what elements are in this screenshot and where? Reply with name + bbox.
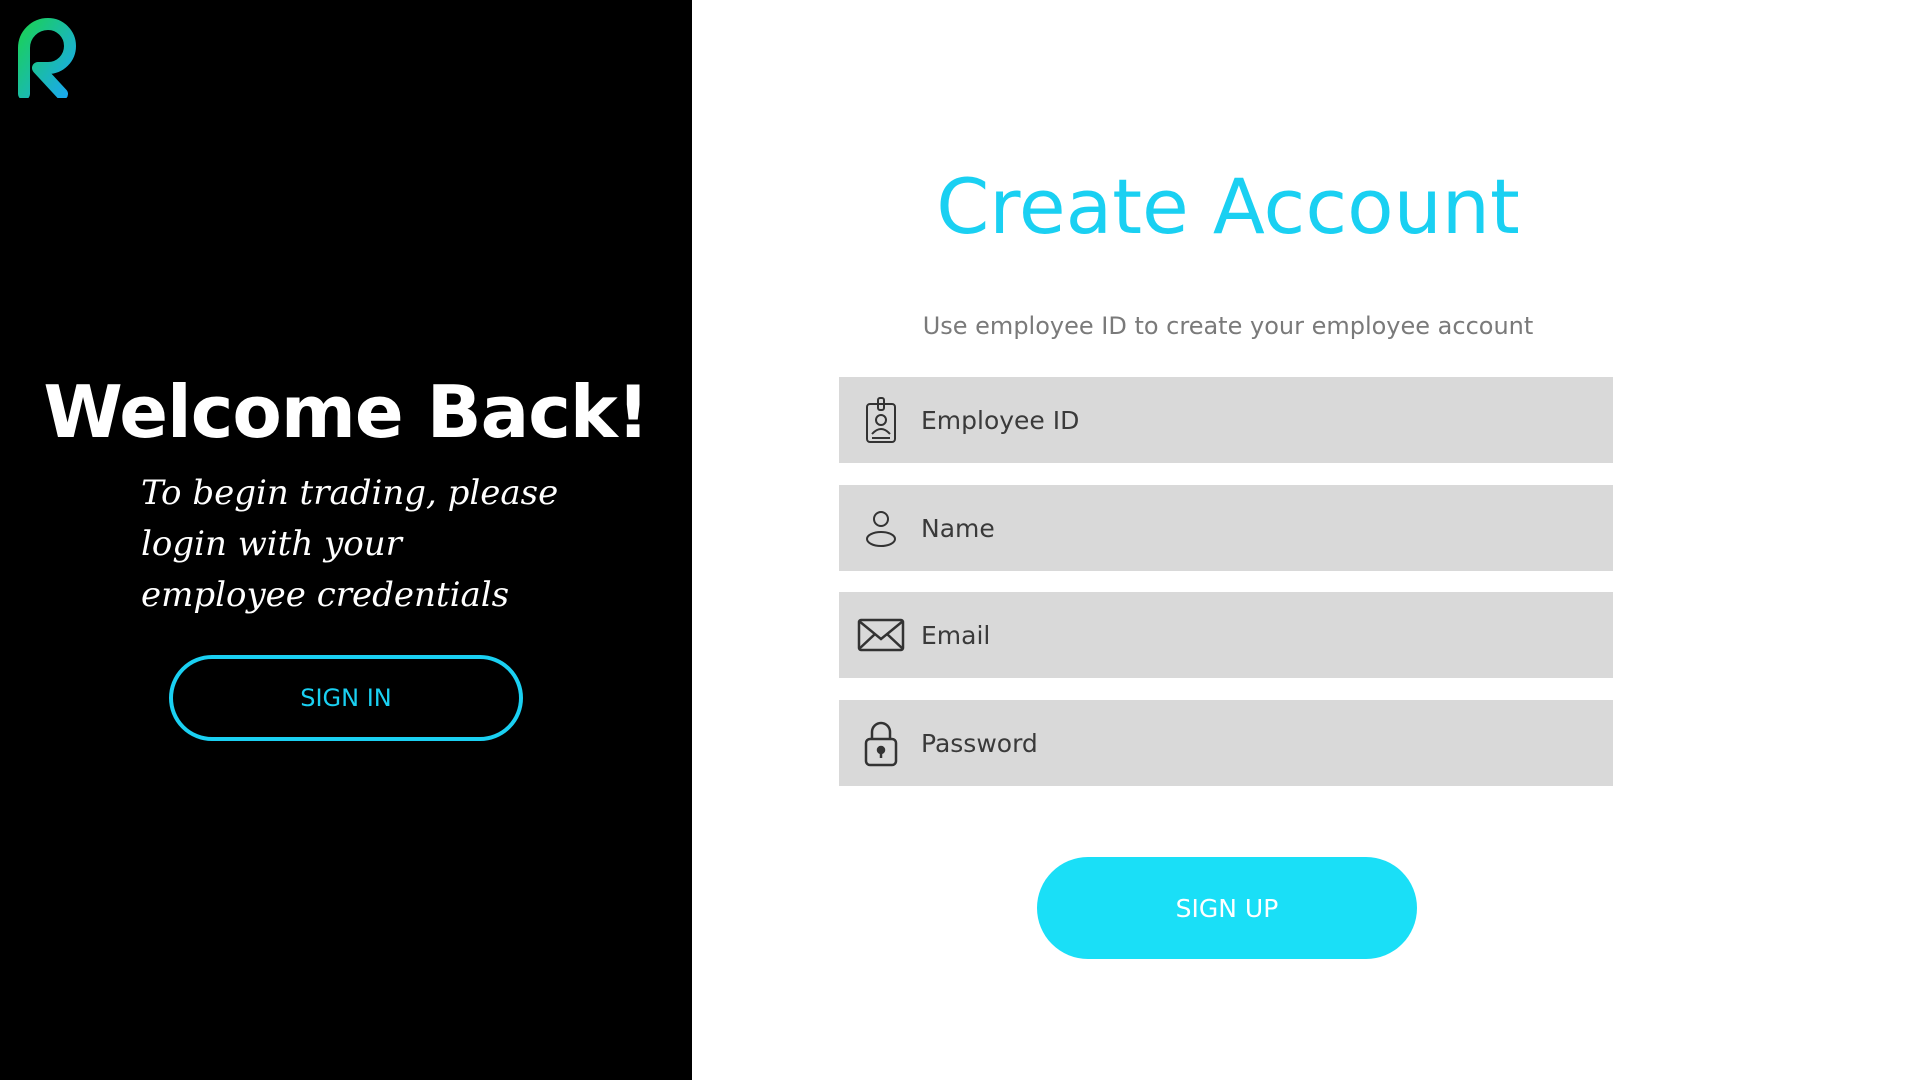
employee-id-field[interactable] xyxy=(839,377,1613,463)
email-field[interactable] xyxy=(839,592,1613,678)
welcome-panel: Welcome Back! To begin trading, please l… xyxy=(0,0,692,1080)
sign-in-button[interactable]: SIGN IN xyxy=(169,655,523,741)
employee-id-input[interactable] xyxy=(921,377,1613,463)
welcome-title: Welcome Back! xyxy=(43,370,649,454)
envelope-icon xyxy=(855,609,907,661)
sign-up-button[interactable]: SIGN UP xyxy=(1037,857,1417,959)
r-logo-icon xyxy=(18,18,76,98)
password-field[interactable] xyxy=(839,700,1613,786)
page-title: Create Account xyxy=(936,162,1520,251)
welcome-subtitle: To begin trading, please login with your… xyxy=(141,473,559,615)
password-input[interactable] xyxy=(921,700,1613,786)
lock-icon xyxy=(855,717,907,769)
email-input[interactable] xyxy=(921,592,1613,678)
name-input[interactable] xyxy=(921,485,1613,571)
user-icon xyxy=(855,502,907,554)
form-instructions: Use employee ID to create your employee … xyxy=(922,312,1534,340)
id-badge-icon xyxy=(855,394,907,446)
auth-page: Welcome Back! To begin trading, please l… xyxy=(0,0,1920,1080)
create-account-panel: Create Account Use employee ID to create… xyxy=(692,0,1920,1080)
name-field[interactable] xyxy=(839,485,1613,571)
